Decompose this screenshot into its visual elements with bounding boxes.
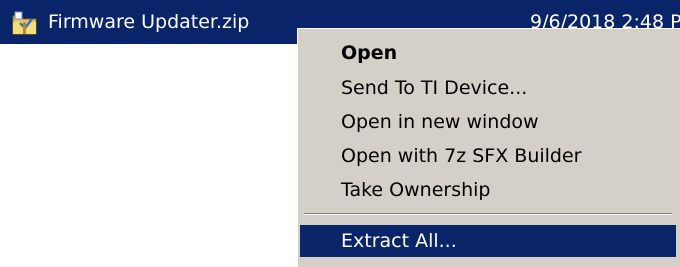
menu-item-extract-all[interactable]: Extract All... — [300, 225, 676, 257]
menu-item-label: Send To TI Device... — [341, 77, 528, 99]
menu-separator — [304, 213, 672, 215]
context-menu: Open Send To TI Device... Open in new wi… — [297, 28, 680, 267]
menu-item-send-to-ti-device[interactable]: Send To TI Device... — [300, 72, 676, 104]
menu-item-label: Open with 7z SFX Builder — [341, 145, 582, 167]
menu-item-label: Take Ownership — [341, 179, 491, 201]
menu-item-label: Extract All... — [341, 230, 457, 252]
menu-item-label: Open in new window — [341, 111, 539, 133]
menu-item-open-in-new-window[interactable]: Open in new window — [300, 106, 676, 138]
file-name[interactable]: Firmware Updater.zip — [48, 11, 249, 33]
menu-item-open[interactable]: Open — [300, 37, 676, 69]
menu-item-label: Open — [341, 42, 398, 64]
menu-item-open-with-7z-sfx-builder[interactable]: Open with 7z SFX Builder — [300, 140, 676, 172]
menu-item-take-ownership[interactable]: Take Ownership — [300, 174, 676, 206]
zip-folder-icon[interactable] — [12, 10, 38, 36]
